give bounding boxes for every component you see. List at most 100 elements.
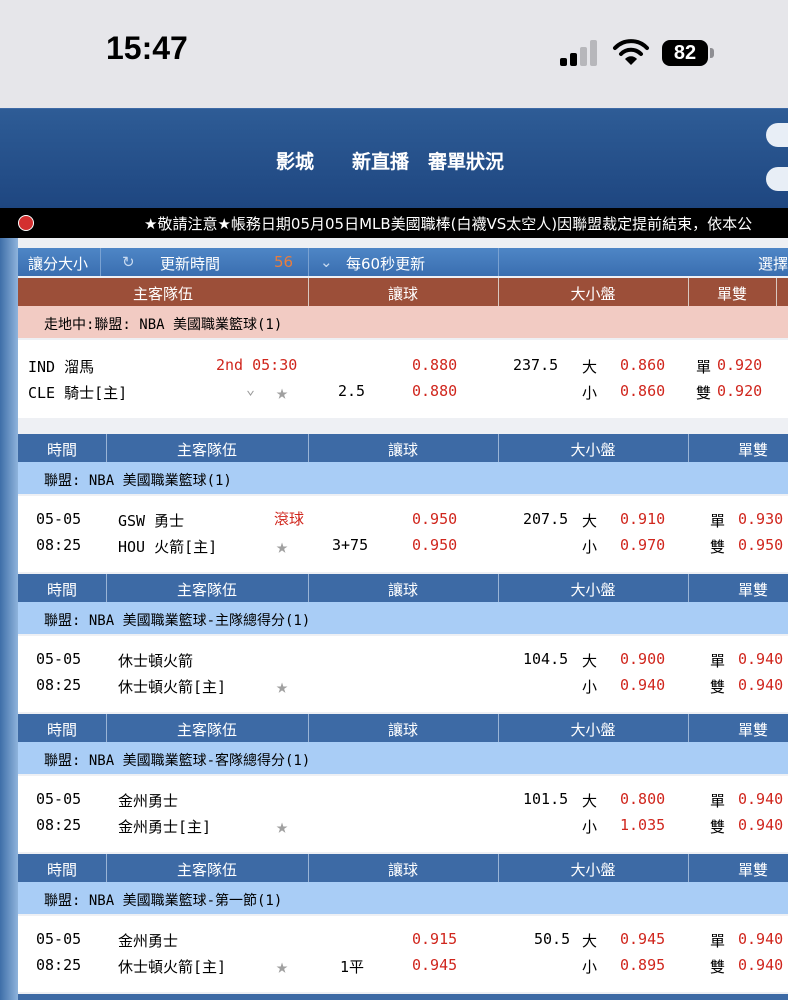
- live-tag[interactable]: 滾球: [274, 508, 304, 529]
- col-time: 時間: [46, 581, 77, 599]
- league-row: 聯盟: NBA 美國職業籃球(1): [18, 462, 788, 494]
- game-date: 05-05: [36, 790, 82, 808]
- under-odds[interactable]: 1.035: [620, 816, 665, 834]
- under-label: 小: [582, 678, 598, 696]
- col-time: 時間: [46, 441, 77, 459]
- over-odds[interactable]: 0.900: [620, 650, 665, 668]
- col-oe: 單雙: [737, 861, 768, 879]
- over-label: 大: [582, 652, 598, 670]
- col-spread: 讓球: [387, 861, 418, 879]
- status-time: 15:47: [106, 30, 188, 66]
- under-odds[interactable]: 0.940: [620, 676, 665, 694]
- odd-odds[interactable]: 0.930: [738, 510, 783, 528]
- spread-odds-2[interactable]: 0.880: [412, 382, 457, 400]
- even-label: 雙: [710, 538, 726, 556]
- cellular-signal-icon: [560, 40, 600, 66]
- league-row: 聯盟: NBA 美國職業籃球-第一節(1): [18, 882, 788, 914]
- battery-tip: [710, 48, 714, 58]
- next-section-header: [18, 994, 788, 1000]
- live-league-row: 走地中:聯盟: NBA 美國職業籃球(1): [18, 306, 788, 338]
- ou-line: 104.5: [523, 650, 569, 668]
- live-table-header: 主客隊伍 讓球 大小盤 單雙: [18, 278, 788, 306]
- battery-icon: 82: [662, 40, 708, 66]
- col-ou: 大小盤: [570, 441, 616, 459]
- over-odds[interactable]: 0.945: [620, 930, 665, 948]
- col-oe: 單雙: [737, 721, 768, 739]
- game-clock: 2nd 05:30: [216, 356, 298, 374]
- league-name: 聯盟: NBA 美國職業籃球-客隊總得分(1): [44, 753, 311, 769]
- col-oe: 單雙: [737, 441, 768, 459]
- ou-line: 101.5: [523, 790, 569, 808]
- game-time: 08:25: [36, 816, 82, 834]
- even-label: 雙: [710, 958, 726, 976]
- even-odds[interactable]: 0.940: [738, 956, 783, 974]
- even-odds[interactable]: 0.920: [717, 382, 762, 400]
- section-header: 時間 主客隊伍 讓球 大小盤 單雙: [18, 854, 788, 882]
- col-spread: 讓球: [387, 581, 418, 599]
- spread-odds-2[interactable]: 0.945: [412, 956, 457, 974]
- chevron-down-icon[interactable]: ⌄: [246, 380, 255, 398]
- col-time: 時間: [46, 721, 77, 739]
- over-label: 大: [582, 358, 598, 376]
- odd-odds[interactable]: 0.920: [717, 356, 762, 374]
- under-label: 小: [582, 384, 598, 402]
- even-label: 雙: [710, 818, 726, 836]
- col-team: 主客隊伍: [132, 285, 193, 303]
- col-oe: 單雙: [737, 581, 768, 599]
- over-odds[interactable]: 0.860: [620, 356, 665, 374]
- header-button-bottom[interactable]: [766, 167, 788, 191]
- spread-odds-1[interactable]: 0.915: [412, 930, 457, 948]
- refresh-icon[interactable]: ↻: [122, 253, 135, 271]
- team-away: CLE 騎士[主]: [28, 384, 128, 402]
- team-1: GSW 勇士: [118, 512, 185, 530]
- league-name: 聯盟: NBA 美國職業籃球-第一節(1): [44, 893, 283, 909]
- star-icon[interactable]: ★: [276, 380, 288, 404]
- col-ou: 大小盤: [570, 721, 616, 739]
- league-row: 聯盟: NBA 美國職業籃球-客隊總得分(1): [18, 742, 788, 774]
- league-row: 聯盟: NBA 美國職業籃球-主隊總得分(1): [18, 602, 788, 634]
- header-button-top[interactable]: [766, 123, 788, 147]
- under-odds[interactable]: 0.860: [620, 382, 665, 400]
- team-2: HOU 火箭[主]: [118, 538, 218, 556]
- col-spread: 讓球: [387, 441, 418, 459]
- over-odds[interactable]: 0.910: [620, 510, 665, 528]
- league-name: 走地中:聯盟: NBA 美國職業籃球(1): [44, 317, 283, 333]
- game-date: 05-05: [36, 930, 82, 948]
- select-button[interactable]: 選擇: [758, 253, 788, 274]
- wifi-icon: [612, 36, 650, 68]
- over-odds[interactable]: 0.800: [620, 790, 665, 808]
- spread-line: 3+75: [332, 536, 369, 554]
- team-2: 金州勇士[主]: [118, 818, 212, 836]
- under-label: 小: [582, 958, 598, 976]
- spread-odds-1[interactable]: 0.950: [412, 510, 457, 528]
- col-team: 主客隊伍: [176, 441, 237, 459]
- spread-odds-2[interactable]: 0.950: [412, 536, 457, 554]
- odds-toolbar: 讓分大小 ↻ 更新時間 56 ⌄ 每60秒更新 選擇: [18, 248, 788, 276]
- spread-odds-1[interactable]: 0.880: [412, 356, 457, 374]
- star-icon[interactable]: ★: [276, 954, 288, 978]
- nav-cinema[interactable]: 影城: [276, 147, 314, 174]
- game-time: 08:25: [36, 676, 82, 694]
- even-odds[interactable]: 0.940: [738, 676, 783, 694]
- odd-odds[interactable]: 0.940: [738, 650, 783, 668]
- star-icon[interactable]: ★: [276, 534, 288, 558]
- handicap-tab[interactable]: 讓分大小: [28, 253, 88, 274]
- under-odds[interactable]: 0.895: [620, 956, 665, 974]
- chevron-down-icon[interactable]: ⌄: [320, 253, 333, 271]
- under-odds[interactable]: 0.970: [620, 536, 665, 554]
- star-icon[interactable]: ★: [276, 674, 288, 698]
- spread-line: 2.5: [338, 382, 366, 400]
- team-home: IND 溜馬: [28, 358, 95, 376]
- even-odds[interactable]: 0.950: [738, 536, 783, 554]
- nav-live[interactable]: 新直播: [352, 147, 409, 174]
- col-time: 時間: [46, 861, 77, 879]
- update-time-label: 更新時間: [160, 255, 221, 273]
- even-odds[interactable]: 0.940: [738, 816, 783, 834]
- odd-odds[interactable]: 0.940: [738, 930, 783, 948]
- star-icon[interactable]: ★: [276, 814, 288, 838]
- nav-order-status[interactable]: 審單狀況: [428, 147, 504, 174]
- col-team: 主客隊伍: [176, 861, 237, 879]
- game-row: 05-05 08:25 金州勇士 金州勇士[主] ★ 101.5 大 小 0.8…: [18, 776, 788, 852]
- odd-odds[interactable]: 0.940: [738, 790, 783, 808]
- refresh-interval-select[interactable]: 每60秒更新: [346, 253, 425, 274]
